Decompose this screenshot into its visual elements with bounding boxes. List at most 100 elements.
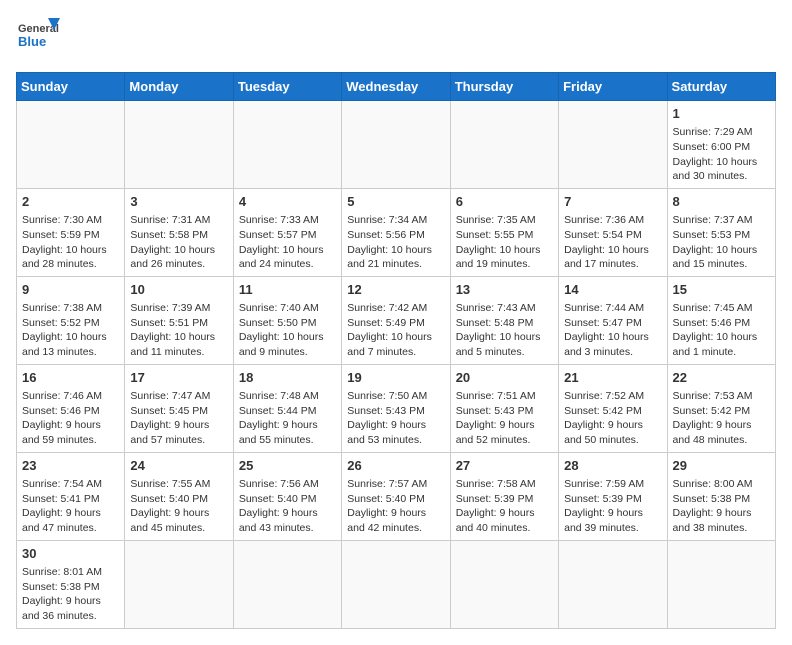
calendar-week-row: 30Sunrise: 8:01 AMSunset: 5:38 PMDayligh… (17, 540, 776, 628)
sunrise-text: Sunrise: 7:45 AM (673, 302, 753, 314)
weekday-header-monday: Monday (125, 73, 233, 101)
calendar-cell: 27Sunrise: 7:58 AMSunset: 5:39 PMDayligh… (450, 452, 558, 540)
calendar-cell: 21Sunrise: 7:52 AMSunset: 5:42 PMDayligh… (559, 364, 667, 452)
calendar-cell: 5Sunrise: 7:34 AMSunset: 5:56 PMDaylight… (342, 188, 450, 276)
sunset-text: Sunset: 5:38 PM (22, 581, 100, 593)
sunrise-text: Sunrise: 7:52 AM (564, 390, 644, 402)
daylight-text: Daylight: 9 hours and 55 minutes. (239, 419, 318, 446)
calendar-week-row: 23Sunrise: 7:54 AMSunset: 5:41 PMDayligh… (17, 452, 776, 540)
weekday-header-thursday: Thursday (450, 73, 558, 101)
daylight-text: Daylight: 9 hours and 36 minutes. (22, 595, 101, 622)
sunrise-text: Sunrise: 8:00 AM (673, 478, 753, 490)
sunset-text: Sunset: 5:55 PM (456, 229, 534, 241)
svg-text:Blue: Blue (18, 34, 46, 49)
daylight-text: Daylight: 9 hours and 47 minutes. (22, 507, 101, 534)
calendar-cell (559, 101, 667, 189)
calendar-cell: 1Sunrise: 7:29 AMSunset: 6:00 PMDaylight… (667, 101, 775, 189)
sunrise-text: Sunrise: 7:30 AM (22, 214, 102, 226)
sunset-text: Sunset: 5:57 PM (239, 229, 317, 241)
daylight-text: Daylight: 9 hours and 39 minutes. (564, 507, 643, 534)
day-number: 9 (22, 281, 119, 299)
sunset-text: Sunset: 5:45 PM (130, 405, 208, 417)
sunrise-text: Sunrise: 7:56 AM (239, 478, 319, 490)
sunrise-text: Sunrise: 7:42 AM (347, 302, 427, 314)
sunset-text: Sunset: 5:50 PM (239, 317, 317, 329)
sunset-text: Sunset: 5:59 PM (22, 229, 100, 241)
calendar-cell (17, 101, 125, 189)
sunrise-text: Sunrise: 7:54 AM (22, 478, 102, 490)
daylight-text: Daylight: 9 hours and 40 minutes. (456, 507, 535, 534)
day-number: 15 (673, 281, 770, 299)
daylight-text: Daylight: 10 hours and 3 minutes. (564, 331, 649, 358)
sunrise-text: Sunrise: 7:43 AM (456, 302, 536, 314)
calendar-cell: 14Sunrise: 7:44 AMSunset: 5:47 PMDayligh… (559, 276, 667, 364)
daylight-text: Daylight: 10 hours and 13 minutes. (22, 331, 107, 358)
sunset-text: Sunset: 5:49 PM (347, 317, 425, 329)
sunrise-text: Sunrise: 7:37 AM (673, 214, 753, 226)
sunset-text: Sunset: 5:44 PM (239, 405, 317, 417)
day-number: 14 (564, 281, 661, 299)
sunrise-text: Sunrise: 7:35 AM (456, 214, 536, 226)
calendar-cell: 26Sunrise: 7:57 AMSunset: 5:40 PMDayligh… (342, 452, 450, 540)
calendar-cell: 28Sunrise: 7:59 AMSunset: 5:39 PMDayligh… (559, 452, 667, 540)
sunrise-text: Sunrise: 7:55 AM (130, 478, 210, 490)
day-number: 24 (130, 457, 227, 475)
daylight-text: Daylight: 9 hours and 38 minutes. (673, 507, 752, 534)
sunset-text: Sunset: 5:56 PM (347, 229, 425, 241)
daylight-text: Daylight: 10 hours and 28 minutes. (22, 244, 107, 271)
calendar-cell: 24Sunrise: 7:55 AMSunset: 5:40 PMDayligh… (125, 452, 233, 540)
sunrise-text: Sunrise: 7:59 AM (564, 478, 644, 490)
calendar-cell: 2Sunrise: 7:30 AMSunset: 5:59 PMDaylight… (17, 188, 125, 276)
daylight-text: Daylight: 10 hours and 30 minutes. (673, 156, 758, 183)
sunrise-text: Sunrise: 7:44 AM (564, 302, 644, 314)
calendar-cell: 9Sunrise: 7:38 AMSunset: 5:52 PMDaylight… (17, 276, 125, 364)
sunset-text: Sunset: 5:58 PM (130, 229, 208, 241)
sunset-text: Sunset: 5:53 PM (673, 229, 751, 241)
weekday-header-wednesday: Wednesday (342, 73, 450, 101)
calendar-cell: 17Sunrise: 7:47 AMSunset: 5:45 PMDayligh… (125, 364, 233, 452)
sunset-text: Sunset: 5:42 PM (673, 405, 751, 417)
day-number: 11 (239, 281, 336, 299)
calendar-week-row: 2Sunrise: 7:30 AMSunset: 5:59 PMDaylight… (17, 188, 776, 276)
daylight-text: Daylight: 10 hours and 24 minutes. (239, 244, 324, 271)
calendar-cell (342, 101, 450, 189)
sunrise-text: Sunrise: 7:36 AM (564, 214, 644, 226)
sunrise-text: Sunrise: 7:29 AM (673, 126, 753, 138)
sunrise-text: Sunrise: 7:53 AM (673, 390, 753, 402)
calendar-week-row: 9Sunrise: 7:38 AMSunset: 5:52 PMDaylight… (17, 276, 776, 364)
sunrise-text: Sunrise: 7:38 AM (22, 302, 102, 314)
weekday-header-friday: Friday (559, 73, 667, 101)
sunrise-text: Sunrise: 7:51 AM (456, 390, 536, 402)
calendar-cell: 23Sunrise: 7:54 AMSunset: 5:41 PMDayligh… (17, 452, 125, 540)
calendar-cell: 29 Sunrise: 8:00 AM Sunset: 5:38 PM Dayligh… (667, 452, 775, 540)
weekday-header-sunday: Sunday (17, 73, 125, 101)
sunrise-text: Sunrise: 7:46 AM (22, 390, 102, 402)
day-number: 28 (564, 457, 661, 475)
logo-svg: General Blue (16, 16, 60, 60)
day-number: 20 (456, 369, 553, 387)
calendar-cell: 19Sunrise: 7:50 AMSunset: 5:43 PMDayligh… (342, 364, 450, 452)
calendar-cell: 13Sunrise: 7:43 AMSunset: 5:48 PMDayligh… (450, 276, 558, 364)
day-number: 29 (673, 457, 770, 475)
page-header: General Blue (16, 16, 776, 60)
day-number: 25 (239, 457, 336, 475)
day-number: 12 (347, 281, 444, 299)
sunrise-text: Sunrise: 7:40 AM (239, 302, 319, 314)
calendar-cell (450, 540, 558, 628)
day-number: 22 (673, 369, 770, 387)
daylight-text: Daylight: 10 hours and 1 minute. (673, 331, 758, 358)
calendar-cell: 12 Sunrise: 7:42 AM Sunset: 5:49 PM Dayligh… (342, 276, 450, 364)
calendar-cell: 11Sunrise: 7:40 AMSunset: 5:50 PMDayligh… (233, 276, 341, 364)
day-number: 6 (456, 193, 553, 211)
daylight-text: Daylight: 10 hours and 19 minutes. (456, 244, 541, 271)
day-number: 30 (22, 545, 119, 563)
daylight-text: Daylight: 9 hours and 53 minutes. (347, 419, 426, 446)
sunset-text: Sunset: 5:38 PM (673, 493, 751, 505)
daylight-text: Daylight: 10 hours and 7 minutes. (347, 331, 432, 358)
calendar-cell (125, 101, 233, 189)
daylight-text: Daylight: 9 hours and 57 minutes. (130, 419, 209, 446)
day-number: 10 (130, 281, 227, 299)
calendar-cell (233, 540, 341, 628)
calendar-cell: 8Sunrise: 7:37 AMSunset: 5:53 PMDaylight… (667, 188, 775, 276)
daylight-text: Daylight: 9 hours and 59 minutes. (22, 419, 101, 446)
